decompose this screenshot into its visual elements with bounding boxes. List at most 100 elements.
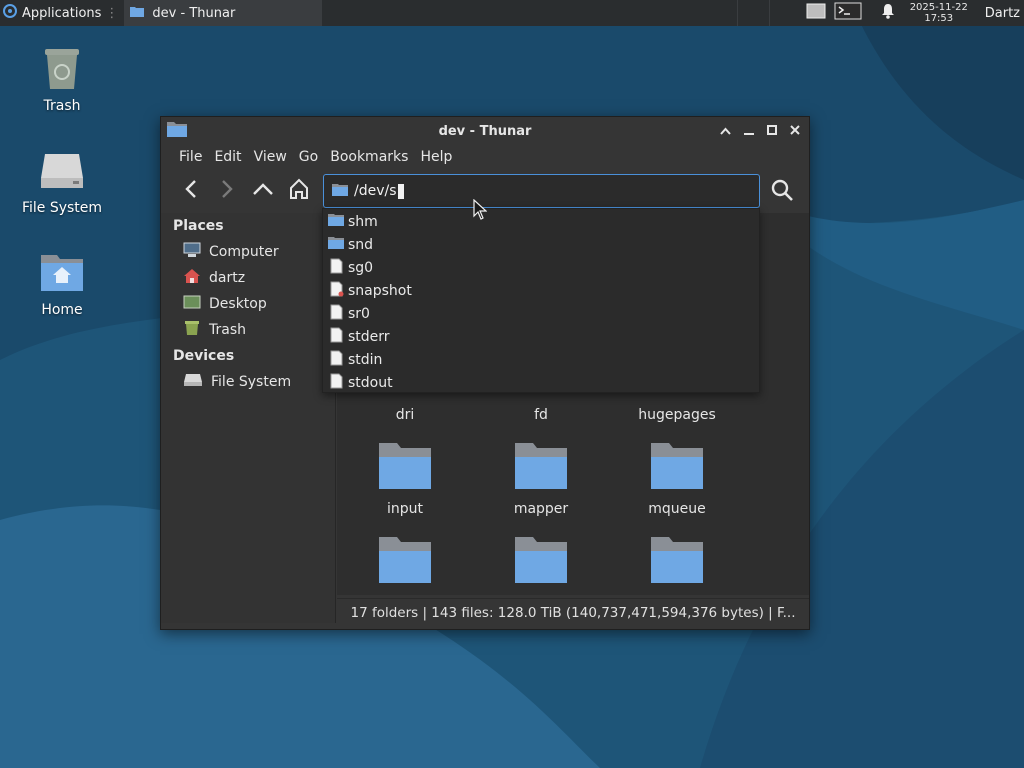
desktop-icon-label: Trash bbox=[43, 98, 81, 114]
file-item[interactable] bbox=[481, 535, 601, 589]
maximize-button[interactable] bbox=[763, 123, 780, 140]
menu-view[interactable]: View bbox=[248, 149, 293, 165]
taskbar-window-button[interactable]: dev - Thunar bbox=[124, 0, 323, 26]
mouse-cursor-icon bbox=[473, 198, 488, 225]
sidebar-item-dartz[interactable]: dartz bbox=[161, 265, 335, 291]
forward-button[interactable] bbox=[209, 173, 245, 209]
close-icon bbox=[789, 124, 800, 139]
file-item[interactable]: hugepages bbox=[617, 401, 737, 423]
back-button[interactable] bbox=[173, 173, 209, 209]
completion-label: snapshot bbox=[348, 282, 412, 299]
file-icon bbox=[328, 373, 344, 393]
folder-icon bbox=[513, 535, 569, 589]
window-title: dev - Thunar bbox=[438, 123, 532, 139]
desktop-icon-file-system[interactable]: File System bbox=[14, 146, 110, 216]
window-titlebar[interactable]: dev - Thunar bbox=[161, 117, 809, 145]
home-folder-icon bbox=[38, 248, 86, 296]
completion-label: stderr bbox=[348, 328, 390, 345]
chevron-up-icon bbox=[720, 124, 731, 139]
sidebar-item-label: dartz bbox=[209, 270, 246, 286]
minimize-button[interactable] bbox=[740, 123, 757, 140]
desktop-icon-home[interactable]: Home bbox=[14, 248, 110, 318]
folder-icon bbox=[332, 183, 348, 200]
file-item[interactable]: mapper bbox=[481, 441, 601, 517]
applications-label: Applications bbox=[22, 5, 102, 21]
desktop-icon-trash[interactable]: Trash bbox=[14, 44, 110, 114]
chevron-left-icon bbox=[184, 179, 198, 203]
menu-bar: File Edit View Go Bookmarks Help bbox=[161, 145, 809, 169]
path-completion-popup: shm snd sg0 snapshot sr0 stderr stdin st… bbox=[322, 208, 760, 393]
menu-file[interactable]: File bbox=[173, 149, 208, 165]
menu-bookmarks[interactable]: Bookmarks bbox=[324, 149, 414, 165]
completion-label: stdout bbox=[348, 374, 393, 391]
clock[interactable]: 2025-11-22 17:53 bbox=[903, 2, 975, 24]
sidebar-item-file-system[interactable]: File System bbox=[161, 369, 335, 395]
file-item[interactable]: mqueue bbox=[617, 441, 737, 517]
window-switcher-button[interactable] bbox=[801, 0, 831, 26]
chevron-right-icon bbox=[220, 179, 234, 203]
completion-item[interactable]: shm bbox=[323, 210, 759, 233]
folder-icon bbox=[649, 535, 705, 589]
file-icon bbox=[328, 304, 344, 324]
sidebar-item-trash[interactable]: Trash bbox=[161, 317, 335, 343]
drive-icon bbox=[183, 373, 203, 391]
notifications-button[interactable] bbox=[873, 0, 903, 26]
status-bar: 17 folders | 143 files: 128.0 TiB (140,7… bbox=[337, 598, 809, 626]
terminal-icon bbox=[834, 2, 862, 24]
completion-item[interactable]: stdin bbox=[323, 348, 759, 371]
file-item[interactable]: dri bbox=[345, 401, 465, 423]
file-name: mapper bbox=[513, 501, 569, 517]
panel-separator bbox=[768, 0, 801, 26]
menu-edit[interactable]: Edit bbox=[208, 149, 247, 165]
drive-icon bbox=[38, 146, 86, 194]
file-item[interactable]: input bbox=[345, 441, 465, 517]
chevron-up-icon bbox=[252, 182, 274, 200]
completion-label: shm bbox=[348, 213, 378, 230]
sidebar-item-computer[interactable]: Computer bbox=[161, 239, 335, 265]
taskbar-window-title: dev - Thunar bbox=[152, 5, 236, 21]
top-panel: Applications ⋮ dev - Thunar 2025-11-22 1… bbox=[0, 0, 1024, 26]
bell-icon bbox=[881, 3, 895, 23]
completion-item[interactable]: stderr bbox=[323, 325, 759, 348]
shade-button[interactable] bbox=[717, 123, 734, 140]
completion-item[interactable]: sg0 bbox=[323, 256, 759, 279]
terminal-button[interactable] bbox=[831, 0, 865, 26]
file-icon bbox=[328, 281, 344, 301]
applications-menu-button[interactable]: Applications ⋮ bbox=[0, 0, 122, 26]
sidebar: Places Computer dartz Desktop Trash Devi… bbox=[161, 213, 336, 623]
completion-item[interactable]: snapshot bbox=[323, 279, 759, 302]
completion-item[interactable]: snd bbox=[323, 233, 759, 256]
file-item[interactable] bbox=[345, 535, 465, 589]
file-name: input bbox=[386, 501, 423, 517]
sidebar-item-desktop[interactable]: Desktop bbox=[161, 291, 335, 317]
user-menu-button[interactable]: Dartz bbox=[975, 6, 1024, 21]
location-text: /dev/s bbox=[354, 183, 397, 199]
trash-icon bbox=[38, 44, 86, 92]
folder-icon bbox=[167, 121, 187, 141]
desktop-icon bbox=[183, 294, 201, 314]
completion-label: sr0 bbox=[348, 305, 370, 322]
minimize-icon bbox=[743, 124, 754, 139]
parent-folder-button[interactable] bbox=[245, 173, 281, 209]
user-home-icon bbox=[183, 268, 201, 288]
panel-separator bbox=[736, 0, 769, 26]
clock-date: 2025-11-22 bbox=[909, 2, 968, 13]
file-item[interactable] bbox=[617, 535, 737, 589]
menu-go[interactable]: Go bbox=[293, 149, 324, 165]
completion-item[interactable]: sr0 bbox=[323, 302, 759, 325]
search-button[interactable] bbox=[765, 175, 799, 209]
location-entry[interactable]: /dev/s bbox=[323, 174, 760, 208]
search-icon bbox=[770, 178, 794, 206]
completion-item[interactable]: stdout bbox=[323, 371, 759, 394]
home-button[interactable] bbox=[281, 173, 317, 209]
file-item[interactable]: fd bbox=[481, 401, 601, 423]
close-button[interactable] bbox=[786, 123, 803, 140]
desktop-icon-label: File System bbox=[21, 200, 103, 216]
folder-icon bbox=[377, 441, 433, 495]
file-icon bbox=[328, 258, 344, 278]
menu-help[interactable]: Help bbox=[414, 149, 458, 165]
clock-time: 17:53 bbox=[924, 13, 954, 24]
sidebar-heading-places: Places bbox=[173, 218, 224, 234]
file-name: hugepages bbox=[638, 407, 716, 423]
sidebar-item-label: Trash bbox=[209, 322, 246, 338]
